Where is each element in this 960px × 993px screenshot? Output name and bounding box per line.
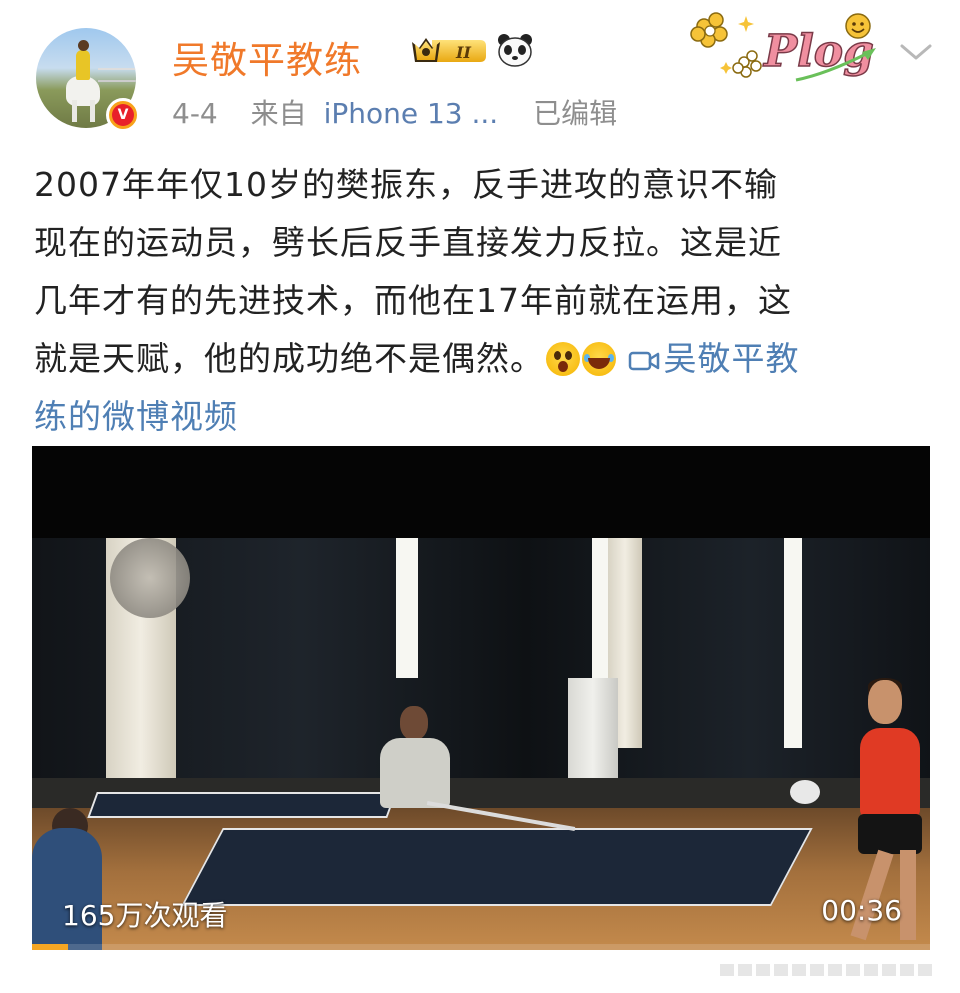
video-link-text[interactable]: 吴敬平教 [664, 339, 800, 378]
verified-badge-icon: V [106, 98, 140, 132]
shocked-emoji-icon [546, 342, 580, 376]
video-progress-bar[interactable] [32, 944, 930, 950]
post-text-line: 就是天赋，他的成功绝不是偶然。 吴敬平教 [34, 330, 932, 388]
source-device-link[interactable]: iPhone 13 ... [324, 97, 499, 130]
post-text-line: 几年才有的先进技术，而他在17年前就在运用，这 [34, 281, 792, 320]
edited-label[interactable]: 已编辑 [533, 97, 617, 130]
panda-icon [498, 34, 532, 67]
video-link[interactable]: 吴敬平教 [616, 339, 800, 378]
chevron-down-icon[interactable] [898, 40, 934, 64]
post-text-line: 练的微博视频 [34, 388, 932, 446]
post-text-segment: 就是天赋，他的成功绝不是偶然。 [34, 339, 544, 378]
video-progress-fill [32, 944, 68, 950]
laughing-emoji-icon [582, 342, 616, 376]
member-level-badge-icon[interactable]: II [410, 34, 486, 68]
post-header: V 吴敬平教练 II 4-4 来自 iPhone 13 ... 已编辑 Plog [0, 0, 960, 140]
view-count: 165万次观看 [62, 899, 228, 932]
video-frame [32, 538, 930, 950]
post-text-line: 现在的运动员，劈长后反手直接发力反拉。这是近 [34, 223, 782, 262]
image-strip-decoration [720, 964, 932, 976]
post-meta: 4-4 来自 iPhone 13 ... 已编辑 [172, 92, 617, 132]
post-text-line: 2007年年仅10岁的樊振东，反手进攻的意识不输 [34, 165, 778, 204]
source-label: 来自 [250, 97, 307, 130]
video-player[interactable]: 165万次观看 00:36 [32, 446, 930, 950]
level-badge-text: II [455, 43, 471, 62]
avatar[interactable]: V [36, 28, 140, 132]
plog-sticker-icon: Plog [690, 12, 876, 82]
video-link-text[interactable]: 练的微博视频 [34, 397, 238, 436]
post-date: 4-4 [172, 97, 218, 130]
author-name[interactable]: 吴敬平教练 [172, 30, 362, 84]
video-camera-icon [628, 351, 659, 371]
video-duration: 00:36 [821, 894, 902, 927]
post-text: 2007年年仅10岁的樊振东，反手进攻的意识不输 现在的运动员，劈长后反手直接发… [34, 156, 932, 446]
